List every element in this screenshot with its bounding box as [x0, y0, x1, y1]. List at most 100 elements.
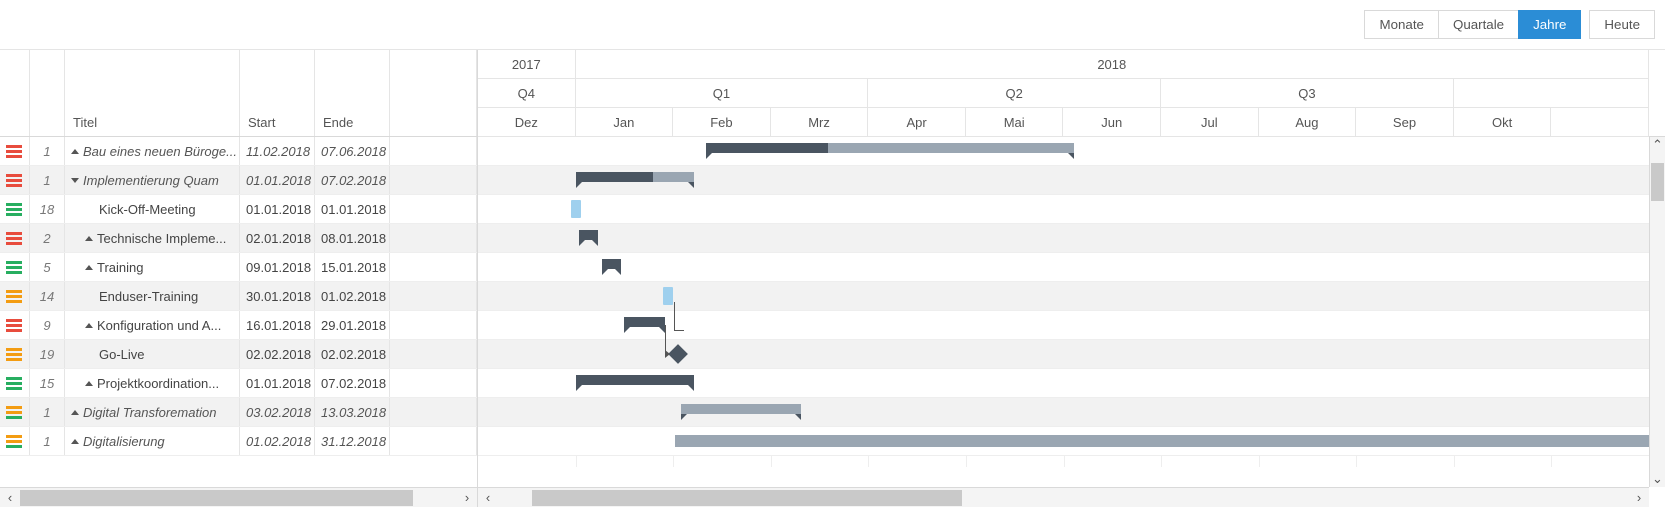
- timeline-header: 20172018Q4Q1Q2Q3DezJanFebMrzAprMaiJunJul…: [478, 50, 1665, 137]
- gantt-bar-remaining: [703, 404, 802, 414]
- chart-row[interactable]: [478, 253, 1649, 282]
- chart-row[interactable]: [478, 137, 1649, 166]
- gantt-summary-bar[interactable]: [579, 230, 598, 240]
- row-end-date: 01.01.2018: [315, 195, 390, 223]
- dependency-line: [674, 302, 684, 331]
- right-v-scrollbar[interactable]: ⌃ ⌄: [1649, 137, 1665, 487]
- chart-row[interactable]: [478, 282, 1649, 311]
- gantt-summary-bar[interactable]: [576, 375, 693, 385]
- row-title[interactable]: Digital Transforemation: [65, 398, 240, 426]
- chart-row[interactable]: [478, 340, 1649, 369]
- row-title[interactable]: Go-Live: [65, 340, 240, 368]
- chart-row[interactable]: [478, 166, 1649, 195]
- right-h-scroll-thumb[interactable]: [532, 490, 962, 506]
- table-row[interactable]: 1Implementierung Quam01.01.201807.02.201…: [0, 166, 477, 195]
- table-row[interactable]: 2Technische Impleme...02.01.201808.01.20…: [0, 224, 477, 253]
- chevron-down-icon[interactable]: [71, 178, 79, 183]
- timeline-header-cell: Okt: [1454, 108, 1552, 137]
- timeline-pane: 20172018Q4Q1Q2Q3DezJanFebMrzAprMaiJunJul…: [478, 50, 1665, 507]
- timeline-header-cell: Aug: [1259, 108, 1357, 137]
- col-start-header[interactable]: Start: [240, 50, 315, 136]
- table-row[interactable]: 1Digital Transforemation03.02.201813.03.…: [0, 398, 477, 427]
- scroll-right-icon[interactable]: ›: [1629, 488, 1649, 507]
- scroll-down-icon[interactable]: ⌄: [1650, 471, 1665, 487]
- row-title-text: Go-Live: [99, 347, 145, 362]
- gantt-summary-bar[interactable]: [624, 317, 665, 327]
- timeline-header-cell: Apr: [868, 108, 966, 137]
- gantt-milestone[interactable]: [663, 287, 673, 305]
- table-row[interactable]: 19Go-Live02.02.201802.02.2018: [0, 340, 477, 369]
- row-start-date: 01.02.2018: [240, 427, 315, 455]
- left-h-scrollbar[interactable]: ‹ ›: [0, 487, 477, 507]
- gantt-root: Monate Quartale Jahre Heute Titel Start …: [0, 0, 1665, 507]
- table-row[interactable]: 15Projektkoordination...01.01.201807.02.…: [0, 369, 477, 398]
- status-icon: [0, 427, 30, 455]
- chevron-up-icon[interactable]: [85, 381, 93, 386]
- gantt-milestone[interactable]: [668, 344, 688, 364]
- scroll-left-icon[interactable]: ‹: [0, 488, 20, 507]
- row-title[interactable]: Enduser-Training: [65, 282, 240, 310]
- timeline-header-cell: Feb: [673, 108, 771, 137]
- timeline-header-cell: Jan: [576, 108, 674, 137]
- chart-row[interactable]: [478, 369, 1649, 398]
- gantt-summary-bar[interactable]: [602, 259, 621, 269]
- row-title[interactable]: Implementierung Quam: [65, 166, 240, 194]
- table-row[interactable]: 9Konfiguration und A...16.01.201829.01.2…: [0, 311, 477, 340]
- right-h-scroll-track[interactable]: [498, 490, 1629, 506]
- table-row[interactable]: 1Digitalisierung01.02.201831.12.2018: [0, 427, 477, 456]
- row-title[interactable]: Konfiguration und A...: [65, 311, 240, 339]
- timeline-body[interactable]: [478, 137, 1649, 487]
- table-row[interactable]: 1Bau eines neuen Büroge...11.02.201807.0…: [0, 137, 477, 166]
- chart-row[interactable]: [478, 427, 1649, 456]
- chart-row[interactable]: [478, 311, 1649, 340]
- row-title[interactable]: Digitalisierung: [65, 427, 240, 455]
- timeline-header-cell: Mai: [966, 108, 1064, 137]
- row-number: 1: [30, 166, 65, 194]
- gantt-task-bar[interactable]: [675, 435, 1665, 447]
- col-title-header[interactable]: Titel: [65, 50, 240, 136]
- left-h-scroll-track[interactable]: [20, 490, 457, 506]
- status-icon: [0, 340, 30, 368]
- row-number: 1: [30, 427, 65, 455]
- row-end-date: 13.03.2018: [315, 398, 390, 426]
- col-end-header[interactable]: Ende: [315, 50, 390, 136]
- chevron-up-icon[interactable]: [71, 410, 79, 415]
- timeline-header-cell: 2017: [478, 50, 576, 79]
- gantt-milestone[interactable]: [571, 200, 581, 218]
- chevron-up-icon[interactable]: [71, 149, 79, 154]
- row-start-date: 01.01.2018: [240, 195, 315, 223]
- scroll-left-icon[interactable]: ‹: [478, 488, 498, 507]
- row-start-date: 09.01.2018: [240, 253, 315, 281]
- row-title-text: Technische Impleme...: [97, 231, 226, 246]
- chevron-up-icon[interactable]: [71, 439, 79, 444]
- row-title[interactable]: Projektkoordination...: [65, 369, 240, 397]
- col-num-header: [30, 50, 65, 136]
- today-button[interactable]: Heute: [1589, 10, 1655, 39]
- row-number: 1: [30, 398, 65, 426]
- row-title[interactable]: Technische Impleme...: [65, 224, 240, 252]
- view-quarters-button[interactable]: Quartale: [1438, 10, 1519, 39]
- chevron-up-icon[interactable]: [85, 323, 93, 328]
- view-years-button[interactable]: Jahre: [1518, 10, 1581, 39]
- left-h-scroll-thumb[interactable]: [20, 490, 413, 506]
- chart-row[interactable]: [478, 398, 1649, 427]
- table-row[interactable]: 14Enduser-Training30.01.201801.02.2018: [0, 282, 477, 311]
- row-title[interactable]: Bau eines neuen Büroge...: [65, 137, 240, 165]
- row-title-text: Projektkoordination...: [97, 376, 219, 391]
- right-v-scroll-thumb[interactable]: [1651, 163, 1664, 201]
- chart-row[interactable]: [478, 195, 1649, 224]
- table-row[interactable]: 5Training09.01.201815.01.2018: [0, 253, 477, 282]
- row-title[interactable]: Training: [65, 253, 240, 281]
- row-start-date: 02.01.2018: [240, 224, 315, 252]
- col-spare-header: [390, 50, 477, 136]
- chevron-up-icon[interactable]: [85, 236, 93, 241]
- view-switch-group: Monate Quartale Jahre: [1364, 10, 1581, 39]
- right-h-scrollbar[interactable]: ‹ ›: [478, 487, 1649, 507]
- table-row[interactable]: 18Kick-Off-Meeting01.01.201801.01.2018: [0, 195, 477, 224]
- row-title[interactable]: Kick-Off-Meeting: [65, 195, 240, 223]
- chevron-up-icon[interactable]: [85, 265, 93, 270]
- view-months-button[interactable]: Monate: [1364, 10, 1438, 39]
- scroll-right-icon[interactable]: ›: [457, 488, 477, 507]
- chart-row[interactable]: [478, 224, 1649, 253]
- scroll-up-icon[interactable]: ⌃: [1650, 137, 1665, 153]
